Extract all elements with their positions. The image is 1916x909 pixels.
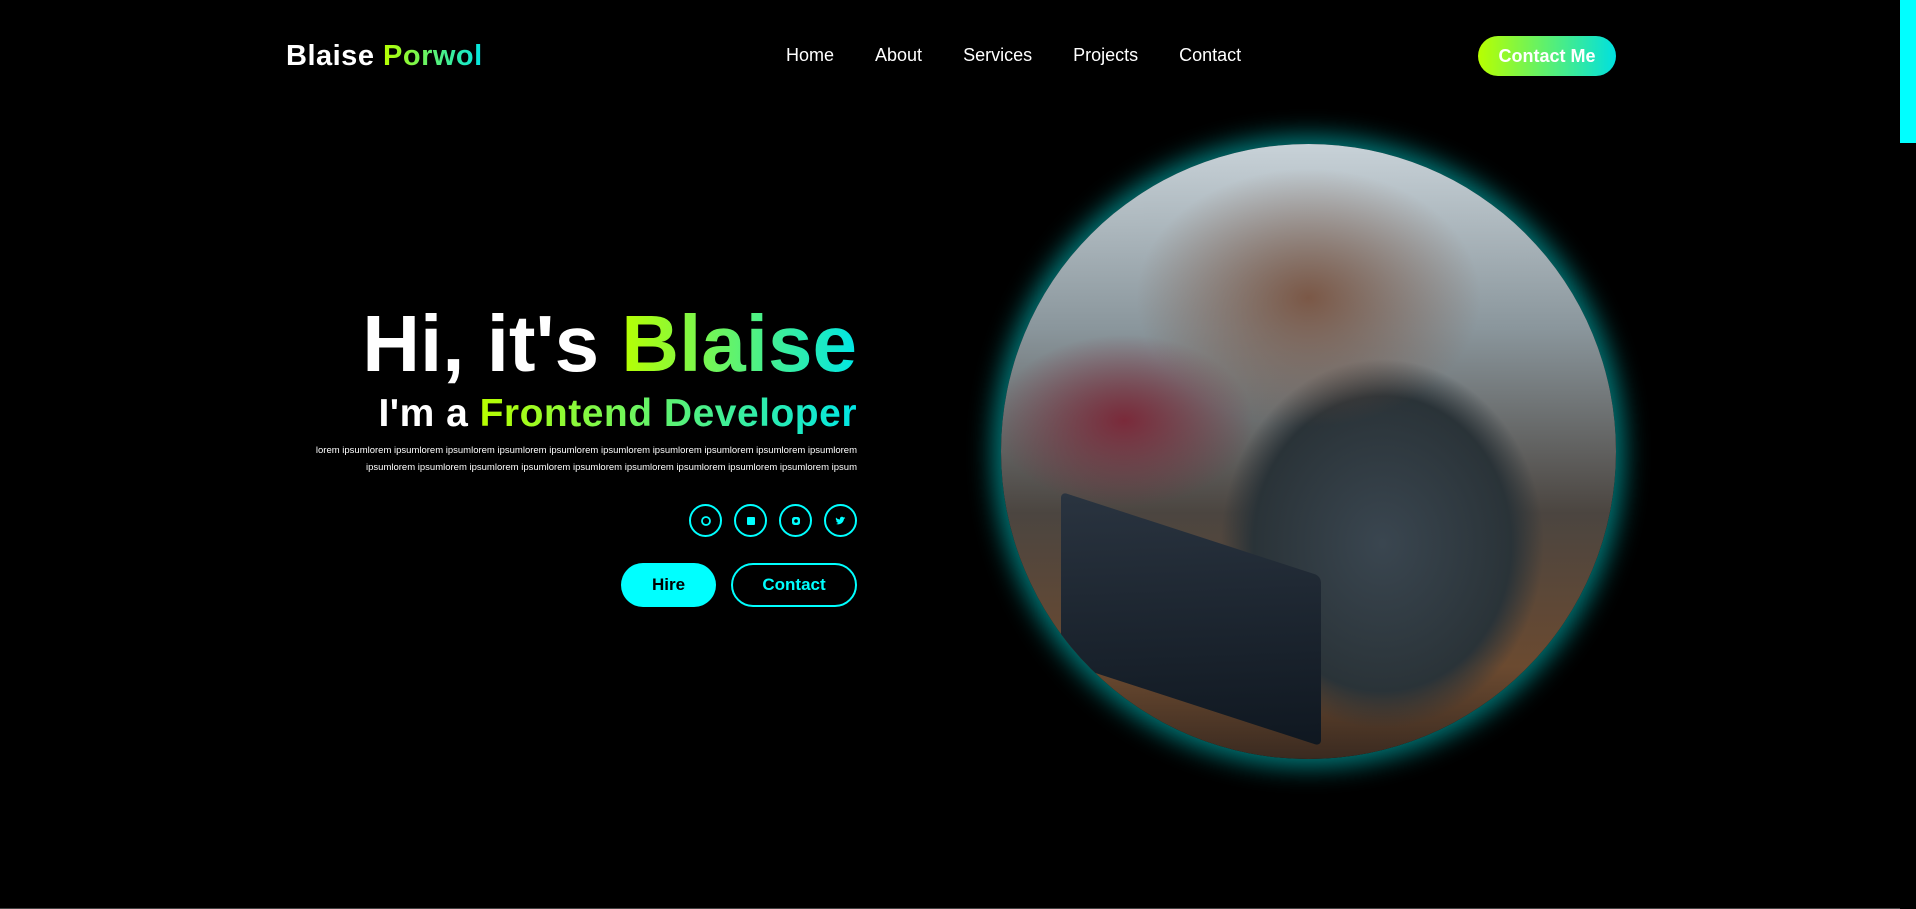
linkedin-icon[interactable] [734, 504, 767, 537]
instagram-icon[interactable] [779, 504, 812, 537]
hero-description: lorem ipsumlorem ipsumlorem ipsumlorem i… [315, 445, 857, 473]
github-icon[interactable] [689, 504, 722, 537]
twitter-icon[interactable] [824, 504, 857, 537]
nav-home[interactable]: Home [786, 45, 834, 66]
scrollbar-thumb[interactable] [1900, 0, 1916, 143]
hero-title: Hi, it's Blaise [362, 299, 857, 388]
main-nav: Home About Services Projects Contact [786, 45, 1241, 66]
nav-contact[interactable]: Contact [1179, 45, 1241, 66]
logo[interactable]: Blaise Porwol [286, 40, 483, 73]
hire-button[interactable]: Hire [621, 563, 716, 607]
hero-text: Hi, it's Blaise I'm a Frontend Developer… [297, 298, 857, 607]
contact-button[interactable]: Contact [731, 563, 857, 607]
nav-about[interactable]: About [875, 45, 922, 66]
hero-subtitle: I'm a Frontend Developer [378, 392, 857, 435]
social-links [297, 504, 857, 537]
profile-photo [1001, 144, 1616, 759]
contact-me-button[interactable]: Contact Me [1478, 36, 1616, 76]
nav-projects[interactable]: Projects [1073, 45, 1138, 66]
laptop-illustration [1061, 491, 1321, 747]
nav-services[interactable]: Services [963, 45, 1032, 66]
